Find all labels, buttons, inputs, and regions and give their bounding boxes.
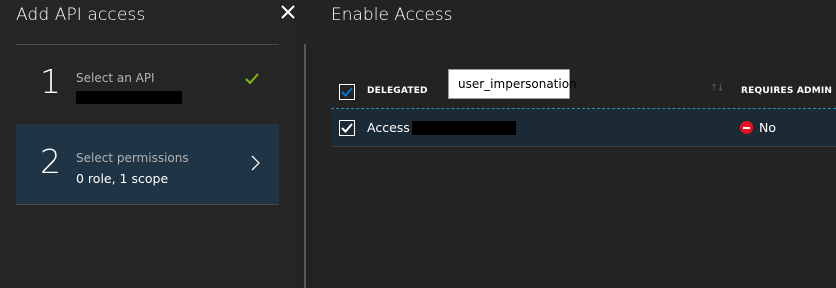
step-value: 0 role, 1 scope bbox=[76, 171, 169, 186]
no-entry-icon bbox=[740, 121, 753, 134]
requires-admin-cell: No bbox=[740, 120, 776, 135]
step-number: 1 bbox=[40, 62, 61, 101]
select-all-checkbox[interactable] bbox=[339, 84, 355, 100]
row-checkbox[interactable] bbox=[339, 120, 355, 136]
requires-admin-value: No bbox=[759, 120, 776, 135]
step-select-permissions[interactable]: 2 Select permissions 0 role, 1 scope bbox=[16, 124, 279, 204]
column-header-delegated[interactable]: DELEGATED bbox=[367, 86, 428, 96]
add-api-access-blade: Add API access 1 Select an API 2 Select … bbox=[0, 0, 296, 288]
step-label: Select an API bbox=[76, 71, 155, 85]
step-label: Select permissions bbox=[76, 151, 189, 165]
step-number: 2 bbox=[40, 142, 61, 181]
chevron-right-icon bbox=[251, 155, 260, 175]
permission-name: Access bbox=[367, 120, 516, 135]
sort-icon[interactable]: ↑↓ bbox=[710, 83, 725, 94]
permissions-grid: DELEGATED user_impersonation ↑↓ REQUIRES… bbox=[331, 69, 836, 147]
checkmark-icon bbox=[245, 70, 259, 89]
step-select-api[interactable]: 1 Select an API bbox=[16, 44, 279, 124]
permission-label: Access bbox=[367, 120, 410, 135]
blade-splitter bbox=[296, 0, 306, 288]
tooltip: user_impersonation bbox=[448, 69, 577, 99]
divider bbox=[16, 204, 279, 205]
grid-header: DELEGATED user_impersonation ↑↓ REQUIRES… bbox=[331, 69, 836, 109]
blade-title: Add API access bbox=[16, 5, 146, 25]
enable-access-blade: Enable Access DELEGATED user_impersonati… bbox=[306, 0, 836, 288]
table-row[interactable]: Access No bbox=[331, 109, 836, 147]
redacted-block bbox=[411, 120, 516, 135]
redacted-block bbox=[76, 91, 182, 104]
column-header-requires-admin[interactable]: REQUIRES ADMIN bbox=[741, 86, 832, 96]
close-icon[interactable] bbox=[281, 5, 295, 23]
step-value bbox=[76, 91, 182, 104]
blade-title: Enable Access bbox=[331, 5, 453, 25]
